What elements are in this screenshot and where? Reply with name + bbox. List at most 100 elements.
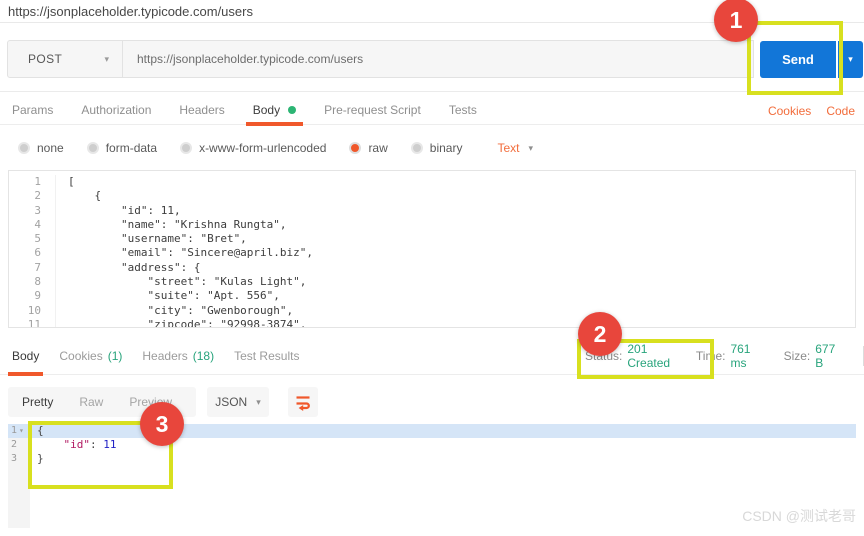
chevron-down-icon: ▾ <box>104 54 109 65</box>
line-content: "username": "Bret", <box>55 232 247 246</box>
tab-label: Headers <box>142 349 187 363</box>
line-number: 10 <box>9 304 55 318</box>
response-format-select[interactable]: JSON ▾ <box>207 387 269 417</box>
view-pretty[interactable]: Pretty <box>22 395 53 409</box>
line-number: 8 <box>9 275 55 289</box>
line-number: 2 <box>8 438 30 452</box>
time-value: 761 ms <box>730 342 760 370</box>
url-input[interactable]: https://jsonplaceholder.typicode.com/use… <box>122 40 754 78</box>
line-content: "id": 11, <box>55 204 181 218</box>
step-1-badge: 1 <box>714 0 758 42</box>
code-line: 4 "name": "Krishna Rungta", <box>9 218 855 232</box>
body-type-none[interactable]: none <box>18 141 64 155</box>
response-format-value: JSON <box>215 395 247 409</box>
radio-icon <box>349 142 361 154</box>
radio-icon <box>180 142 192 154</box>
response-tab-headers[interactable]: Headers (18) <box>142 338 214 375</box>
step-3-badge: 3 <box>140 402 184 446</box>
line-number: 3 <box>8 452 30 466</box>
tab-headers[interactable]: Headers <box>179 96 224 125</box>
raw-format-select[interactable]: Text▾ <box>497 141 533 155</box>
line-number: 6 <box>9 246 55 260</box>
code-line: 9 "suite": "Apt. 556", <box>9 289 855 303</box>
line-content: { <box>55 189 101 203</box>
code-line: 10 "city": "Gwenborough", <box>9 304 855 318</box>
radio-label: raw <box>368 141 387 155</box>
body-type-binary[interactable]: binary <box>411 141 463 155</box>
request-links: Cookies Code <box>768 96 855 125</box>
tab-count: (18) <box>193 349 214 363</box>
line-content: "email": "Sincere@april.biz", <box>55 246 313 260</box>
tab-tests[interactable]: Tests <box>449 96 477 125</box>
body-type-form-data[interactable]: form-data <box>87 141 157 155</box>
view-raw[interactable]: Raw <box>79 395 103 409</box>
unsaved-dot-icon <box>288 106 296 114</box>
code-line: 7 "address": { <box>9 261 855 275</box>
line-number: 11 <box>9 318 55 328</box>
response-tab-cookies[interactable]: Cookies (1) <box>59 338 122 375</box>
code-line: 2 { <box>9 189 855 203</box>
code-line: 6 "email": "Sincere@april.biz", <box>9 246 855 260</box>
line-number: 9 <box>9 289 55 303</box>
radio-label: form-data <box>106 141 157 155</box>
active-tab-underline <box>8 372 43 376</box>
chevron-down-icon: ▾ <box>256 397 261 408</box>
divider <box>0 91 864 92</box>
highlight-box-send <box>747 21 843 95</box>
request-tabs: Params Authorization Headers Body Pre-reques… <box>0 96 864 125</box>
tab-label: Body <box>253 103 280 117</box>
collapse-icon[interactable]: ▾ <box>19 424 24 438</box>
line-number: 1 <box>9 175 55 189</box>
line-number: 7 <box>9 261 55 275</box>
code-line: 3 "id": 11, <box>9 204 855 218</box>
tab-label: Cookies <box>59 349 102 363</box>
line-content: "street": "Kulas Light", <box>55 275 306 289</box>
line-content: "city": "Gwenborough", <box>55 304 293 318</box>
code-line: 1[ <box>9 175 855 189</box>
watermark: CSDN @测试老哥 <box>742 506 856 526</box>
code-link[interactable]: Code <box>826 104 855 118</box>
code-line: 11 "zipcode": "92998-3874", <box>9 318 855 328</box>
chevron-down-icon: ▾ <box>848 54 853 65</box>
tab-label: Tests <box>449 103 477 117</box>
method-select[interactable]: POST ▾ <box>7 40 123 78</box>
cookies-link[interactable]: Cookies <box>768 104 811 118</box>
radio-icon <box>18 142 30 154</box>
request-tab-title[interactable]: https://jsonplaceholder.typicode.com/use… <box>8 4 253 19</box>
radio-icon <box>411 142 423 154</box>
line-content: "suite": "Apt. 556", <box>55 289 280 303</box>
line-number: 1▾ <box>8 424 30 438</box>
response-tab-test-results[interactable]: Test Results <box>234 338 299 375</box>
chevron-down-icon: ▾ <box>528 143 533 154</box>
size-label: Size: <box>784 349 811 363</box>
tab-label: Authorization <box>81 103 151 117</box>
line-number: 2 <box>9 189 55 203</box>
response-tab-body[interactable]: Body <box>12 338 39 375</box>
body-type-raw[interactable]: raw <box>349 141 387 155</box>
line-content: "address": { <box>55 261 200 275</box>
active-tab-underline <box>246 122 303 126</box>
line-number: 4 <box>9 218 55 232</box>
tab-pre-request-script[interactable]: Pre-request Script <box>324 96 421 125</box>
body-type-x-www-form-urlencoded[interactable]: x-www-form-urlencoded <box>180 141 326 155</box>
line-number: 3 <box>9 204 55 218</box>
line-content: "zipcode": "92998-3874", <box>55 318 306 328</box>
line-content: [ <box>55 175 75 189</box>
code-line: 5 "username": "Bret", <box>9 232 855 246</box>
tab-body[interactable]: Body <box>253 96 296 125</box>
request-body-editor[interactable]: 1[2 {3 "id": 11,4 "name": "Krishna Rungt… <box>8 170 856 328</box>
radio-label: x-www-form-urlencoded <box>199 141 326 155</box>
radio-label: none <box>37 141 64 155</box>
tab-authorization[interactable]: Authorization <box>81 96 151 125</box>
line-number: 5 <box>9 232 55 246</box>
body-type-bar: none form-data x-www-form-urlencoded raw bin… <box>0 133 864 163</box>
wrap-lines-button[interactable] <box>288 387 318 417</box>
line-content: "name": "Krishna Rungta", <box>55 218 287 232</box>
step-2-badge: 2 <box>578 312 622 356</box>
tab-label: Pre-request Script <box>324 103 421 117</box>
tab-params[interactable]: Params <box>12 96 53 125</box>
tab-count: (1) <box>108 349 123 363</box>
url-input-value: https://jsonplaceholder.typicode.com/use… <box>137 52 363 66</box>
radio-icon <box>87 142 99 154</box>
tab-label: Headers <box>179 103 224 117</box>
